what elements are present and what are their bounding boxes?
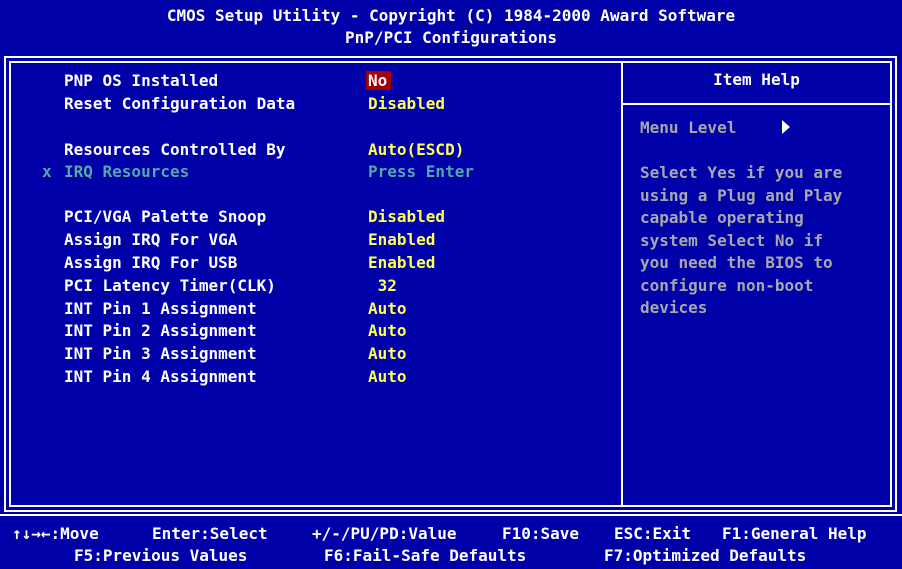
key-hint-save: F10:Save <box>502 524 580 543</box>
help-text-line: using a Plug and Play <box>640 186 843 205</box>
setting-value-assign-irq-for-usb[interactable]: Enabled <box>368 252 435 274</box>
setting-label-assign-irq-for-usb[interactable]: Assign IRQ For USB <box>64 252 237 274</box>
setting-value-pnp-os-installed[interactable]: No <box>366 70 392 92</box>
disabled-marker: x <box>42 162 52 181</box>
setting-value-pci-latency-timer[interactable]: 32 <box>368 275 397 297</box>
menu-level-arrow-icon <box>782 120 790 134</box>
help-title: Item Help <box>713 70 800 89</box>
menu-level-label: Menu Level <box>640 118 737 137</box>
setting-value-int-pin-3[interactable]: Auto <box>368 343 407 365</box>
help-text-line: system Select No if <box>640 231 824 250</box>
setting-label-pnp-os-installed[interactable]: PNP OS Installed <box>64 70 218 92</box>
footer-separator <box>0 514 902 516</box>
setting-label-int-pin-2[interactable]: INT Pin 2 Assignment <box>64 320 257 342</box>
page-title: PnP/PCI Configurations <box>345 28 557 47</box>
setting-label-reset-configuration-data[interactable]: Reset Configuration Data <box>64 93 295 115</box>
help-text-line: capable operating <box>640 208 804 227</box>
setting-value-int-pin-1[interactable]: Auto <box>368 298 407 320</box>
key-hint-select: Enter:Select <box>152 524 268 543</box>
key-hint-previous-values: F5:Previous Values <box>74 546 248 565</box>
setting-label-irq-resources: IRQ Resources <box>64 162 190 181</box>
setting-label-int-pin-3[interactable]: INT Pin 3 Assignment <box>64 343 257 365</box>
setting-value-assign-irq-for-vga[interactable]: Enabled <box>368 229 435 251</box>
key-hint-fail-safe-defaults: F6:Fail-Safe Defaults <box>324 546 527 565</box>
key-hint-exit: ESC:Exit <box>614 524 692 543</box>
setting-label-pci-vga-palette-snoop[interactable]: PCI/VGA Palette Snoop <box>64 206 266 228</box>
setting-value-pci-vga-palette-snoop[interactable]: Disabled <box>368 206 445 228</box>
setting-value-int-pin-2[interactable]: Auto <box>368 320 407 342</box>
selected-value[interactable]: No <box>366 71 392 90</box>
title-bar: CMOS Setup Utility - Copyright (C) 1984-… <box>0 0 902 54</box>
app-title: CMOS Setup Utility - Copyright (C) 1984-… <box>166 6 736 25</box>
setting-label-assign-irq-for-vga[interactable]: Assign IRQ For VGA <box>64 229 237 251</box>
setting-value-reset-configuration-data[interactable]: Disabled <box>368 93 445 115</box>
key-hint-optimized-defaults: F7:Optimized Defaults <box>604 546 807 565</box>
help-title-separator <box>623 103 890 105</box>
help-text-line: Select Yes if you are <box>640 163 843 182</box>
help-text-line: you need the BIOS to <box>640 253 833 272</box>
setting-label-int-pin-1[interactable]: INT Pin 1 Assignment <box>64 298 257 320</box>
setting-value-resources-controlled-by[interactable]: Auto(ESCD) <box>368 139 464 161</box>
key-hint-value: +/-/PU/PD:Value <box>312 524 457 543</box>
help-text-line: configure non-boot <box>640 276 814 295</box>
panel-divider <box>621 61 623 507</box>
setting-label-resources-controlled-by[interactable]: Resources Controlled By <box>64 139 286 161</box>
help-text-line: devices <box>640 298 708 317</box>
setting-label-int-pin-4[interactable]: INT Pin 4 Assignment <box>64 366 257 388</box>
setting-value-irq-resources: Press Enter <box>368 162 474 181</box>
key-hint-move: ↑↓→←:Move <box>12 524 99 543</box>
key-hint-general-help: F1:General Help <box>722 524 867 543</box>
setting-label-pci-latency-timer[interactable]: PCI Latency Timer(CLK) <box>64 275 276 297</box>
setting-value-int-pin-4[interactable]: Auto <box>368 366 407 388</box>
